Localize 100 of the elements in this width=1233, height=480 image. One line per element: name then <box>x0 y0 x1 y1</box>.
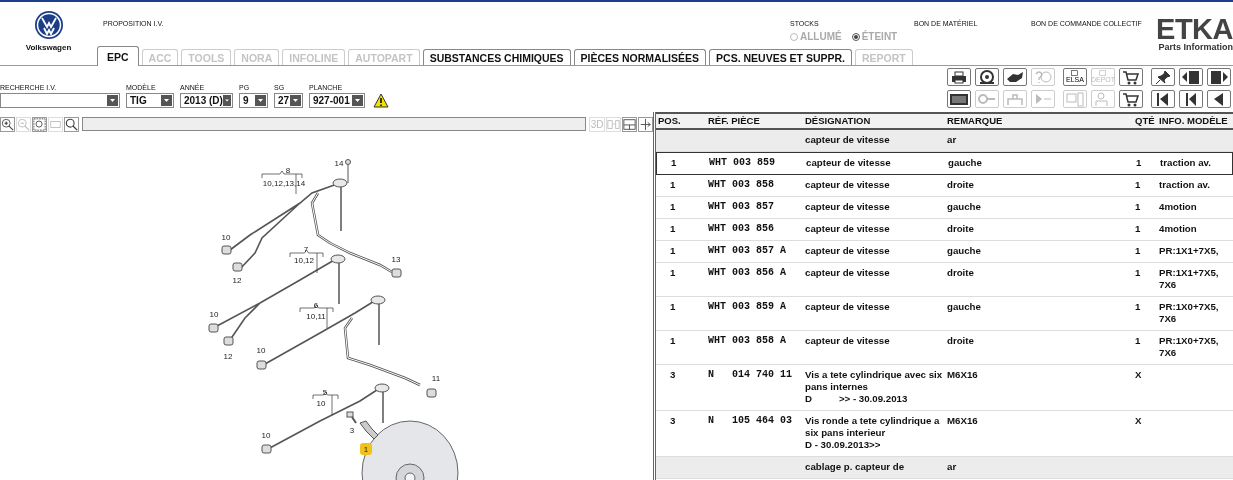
callout-label[interactable]: 10 <box>261 431 271 440</box>
callout-label[interactable]: 3 <box>349 426 355 435</box>
quantity-cell-text: X <box>1134 414 1143 428</box>
part-number-cell-text: WHT 003 856 A <box>707 266 787 280</box>
dropdown-caret-icon[interactable] <box>107 95 118 106</box>
table-row[interactable]: capteur de vitesse ar <box>656 130 1233 152</box>
zoom-area-button[interactable] <box>32 116 47 132</box>
callout-label[interactable]: 12 <box>223 352 233 361</box>
remark-cell-text: droite <box>946 334 975 348</box>
position-cell-text: 1 <box>669 222 677 236</box>
toolbar-button[interactable] <box>947 68 971 86</box>
tab[interactable]: PIÈCES NORMALISÉES <box>573 49 707 65</box>
table-row[interactable]: 1 WHT 003 857 A capteur de vitesse gauche 1 PR:1X1+7X5, <box>656 241 1233 263</box>
product-title: ETKA <box>1156 16 1233 42</box>
table-row[interactable]: cablage p. capteur de ar <box>656 457 1233 479</box>
cart-icon <box>1121 91 1141 107</box>
callout-label[interactable]: 7 <box>303 245 309 254</box>
callout-label[interactable]: 10,11 <box>306 312 326 321</box>
dropdown-caret-icon[interactable] <box>290 95 301 106</box>
table-row[interactable]: 3 N 014 740 11 Vis a tete cylindrique avec six pans internes D >> - 30.09.2013 M6X16 X <box>656 365 1233 411</box>
part-number-cell-text: WHT 003 858 <box>707 178 775 192</box>
toolbar-button[interactable] <box>947 90 971 108</box>
toolbar-button[interactable] <box>1119 68 1143 86</box>
column-header[interactable]: INFO. MODÈLE <box>1157 114 1233 128</box>
column-header[interactable]: RÉF. PIÈCE <box>706 114 803 128</box>
remark-cell-text: gauche <box>946 300 982 314</box>
column-header[interactable]: REMARQUE <box>945 114 1133 128</box>
part-number-cell-text: WHT 003 856 <box>707 222 775 236</box>
part-number-cell-text: WHT 003 859 <box>708 156 776 170</box>
table-row[interactable]: 1 WHT 003 857 capteur de vitesse gauche 1 4motion <box>656 197 1233 219</box>
quantity-cell-text: 1 <box>1134 334 1142 348</box>
callout-label[interactable]: 10 <box>221 233 231 242</box>
play-icon <box>1033 91 1053 107</box>
tab[interactable]: SUBSTANCES CHIMIQUES <box>422 49 571 65</box>
quantity-cell-text: 1 <box>1135 156 1143 170</box>
column-header[interactable]: QTÉ <box>1133 114 1157 128</box>
callout-label[interactable]: 14 <box>334 159 344 168</box>
toolbar-button[interactable] <box>1207 90 1231 108</box>
table-row[interactable]: 1 WHT 003 859 capteur de vitesse gauche 1 traction av. <box>656 152 1233 175</box>
toolbar-button[interactable] <box>1179 68 1203 86</box>
table-row[interactable]: 1 WHT 003 856 A capteur de vitesse droite 1 PR:1X1+7X5, 7X6 <box>656 263 1233 297</box>
callout-label[interactable]: 13 <box>391 255 401 264</box>
designation-cell-text: cablage p. capteur de <box>804 460 906 474</box>
dropdown-caret-icon[interactable] <box>161 95 172 106</box>
toolbar-button[interactable] <box>1207 68 1231 86</box>
dropdown-caret-icon[interactable] <box>352 95 363 106</box>
designation-cell-text: capteur de vitesse <box>804 334 891 348</box>
dropdown-field[interactable]: 2013 (D) <box>180 93 233 108</box>
dropdown-field[interactable]: 927-001 <box>309 93 365 108</box>
callout-label[interactable]: 10,12 <box>294 256 314 265</box>
next-document-icon <box>1209 69 1229 85</box>
designation-cell-text: capteur de vitesse <box>804 133 891 147</box>
designation-cell-text: capteur de vitesse <box>804 300 891 314</box>
callout-label[interactable]: 12 <box>232 276 242 285</box>
tab[interactable]: EPC <box>97 46 139 66</box>
model-info-cell-text: PR:1X1+7X5, 7X6 <box>1158 266 1220 292</box>
position-cell-text: 3 <box>669 414 677 428</box>
callout-label[interactable]: 11 <box>431 374 441 383</box>
table-row[interactable]: 1 WHT 003 858 A capteur de vitesse droite 1 PR:1X0+7X5, 7X6 <box>656 331 1233 365</box>
dropdown-field[interactable]: 27 <box>274 93 303 108</box>
dropdown-caret-icon[interactable] <box>222 95 231 106</box>
callout-label[interactable]: 10 <box>316 399 326 408</box>
position-cell-text: 1 <box>670 156 678 170</box>
callout-label[interactable]: 10 <box>256 346 266 355</box>
table-row[interactable]: 1 WHT 003 859 A capteur de vitesse gauche 1 PR:1X0+7X5, 7X6 <box>656 297 1233 331</box>
dropdown-field[interactable] <box>0 93 120 108</box>
column-header[interactable]: POS. <box>656 114 706 128</box>
part-number-cell-text: WHT 003 859 A <box>707 300 787 314</box>
dropdown-field[interactable]: TIG <box>126 93 174 108</box>
callout-label[interactable]: 6 <box>313 301 319 310</box>
tab[interactable]: PCS. NEUVES ET SUPPR. <box>709 49 852 65</box>
callout-label[interactable]: 8 <box>285 166 291 175</box>
remark-cell-text: droite <box>946 266 975 280</box>
resize-panel-button[interactable] <box>638 116 653 132</box>
toolbar-button[interactable] <box>1119 90 1143 108</box>
callout-label[interactable]: 10,12,13,14 <box>262 179 306 188</box>
part-number-cell-text: N 014 740 11 <box>707 368 793 382</box>
callout-badge[interactable]: 1 <box>360 443 372 455</box>
callout-label[interactable]: 5 <box>322 388 328 397</box>
position-cell-text: 1 <box>669 334 677 348</box>
zoom-in-button[interactable] <box>0 116 15 132</box>
toolbar-button[interactable] <box>1179 90 1203 108</box>
callout-label[interactable]: 10 <box>209 310 219 319</box>
designation-cell-text: capteur de vitesse <box>804 244 891 258</box>
toolbar-button[interactable] <box>1151 90 1175 108</box>
toolbar-button[interactable] <box>1151 68 1175 86</box>
model-info-cell-text: 4motion <box>1158 222 1198 236</box>
dropdown-field[interactable]: 9 <box>239 93 268 108</box>
split-view-button[interactable] <box>622 116 637 132</box>
dropdown-caret-icon[interactable] <box>255 95 266 106</box>
search-field[interactable] <box>82 117 587 131</box>
key-icon <box>977 91 997 107</box>
position-cell-text: 1 <box>669 178 677 192</box>
position-cell-text: 1 <box>669 200 677 214</box>
column-header[interactable]: DÉSIGNATION <box>803 114 945 128</box>
toolbar-button[interactable] <box>975 68 999 86</box>
table-row[interactable]: 1 WHT 003 856 capteur de vitesse droite 1 4motion <box>656 219 1233 241</box>
quantity-cell-text: 1 <box>1134 222 1142 236</box>
search-button[interactable] <box>64 116 79 132</box>
table-row[interactable]: 1 WHT 003 858 capteur de vitesse droite 1 traction av. <box>656 175 1233 197</box>
